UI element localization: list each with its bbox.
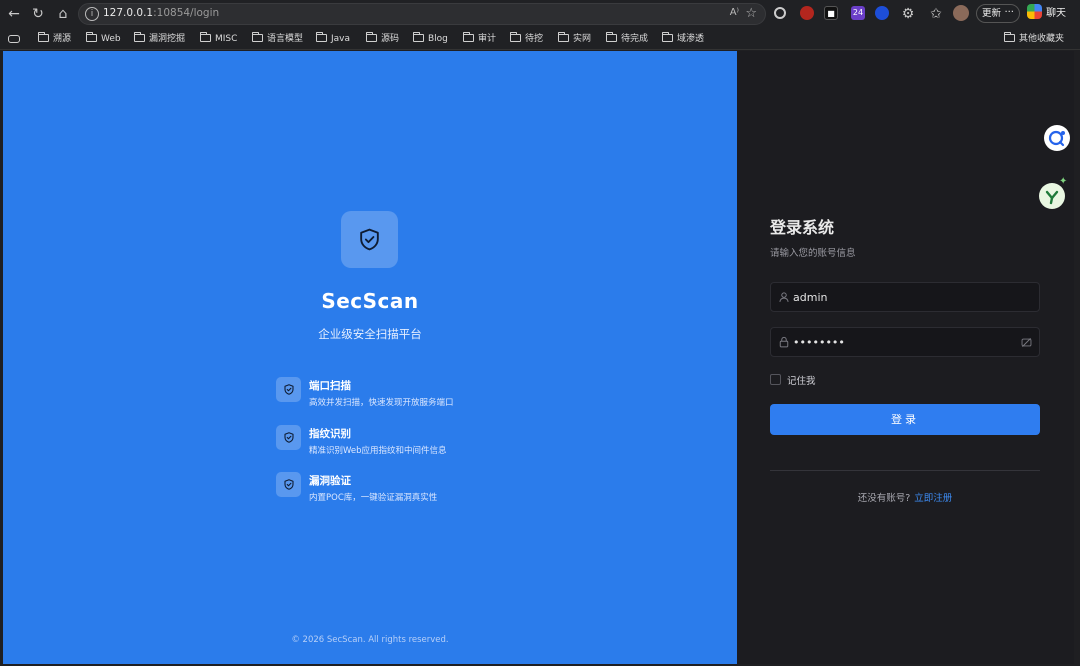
folder-icon bbox=[200, 32, 211, 42]
folder-icon bbox=[38, 32, 49, 42]
site-info-icon[interactable]: i bbox=[85, 7, 99, 21]
feature-item-fingerprint: 指纹识别 精准识别Web应用指纹和中间件信息 bbox=[276, 425, 576, 461]
folder-icon bbox=[86, 32, 97, 42]
copilot-icon bbox=[1027, 4, 1042, 19]
favorites-icon[interactable]: ✩ bbox=[926, 4, 946, 24]
register-prompt-text: 还没有账号? bbox=[857, 493, 911, 504]
feature-icon bbox=[276, 377, 301, 402]
login-panel: 登录系统 请输入您的账号信息 记住我 登录 bbox=[737, 51, 1074, 664]
bookmark-folder[interactable]: 待挖 bbox=[510, 32, 543, 46]
lock-icon bbox=[779, 336, 789, 348]
folder-icon bbox=[366, 32, 377, 42]
username-field[interactable] bbox=[770, 282, 1040, 312]
register-link[interactable]: 立即注册 bbox=[914, 493, 952, 504]
other-favorites-folder[interactable]: 其他收藏夹 bbox=[1004, 32, 1064, 46]
feature-title: 端口扫描 bbox=[309, 380, 351, 392]
home-icon[interactable]: ⌂ bbox=[53, 4, 73, 24]
bookmark-folder[interactable]: 审计 bbox=[463, 32, 496, 46]
reload-icon[interactable]: ↻ bbox=[28, 4, 48, 24]
profile-avatar[interactable] bbox=[953, 5, 969, 21]
extension-badge-icon[interactable]: 24 bbox=[851, 6, 865, 20]
bookmarks-bar: 溯源 Web 漏洞挖掘 MISC 语言模型 Java 源码 Blog 审计 待挖… bbox=[0, 28, 1080, 50]
folder-icon bbox=[316, 32, 327, 42]
assistant-float-icon[interactable] bbox=[1044, 125, 1070, 151]
remember-me-checkbox[interactable] bbox=[770, 374, 781, 385]
bookmark-folder[interactable]: 域渗透 bbox=[662, 32, 704, 46]
folder-icon bbox=[606, 32, 617, 42]
bookmark-folder[interactable]: 实网 bbox=[558, 32, 591, 46]
read-aloud-icon[interactable]: A⁾ bbox=[730, 7, 739, 18]
feature-title: 漏洞验证 bbox=[309, 475, 351, 487]
bookmark-folder[interactable]: 语言模型 bbox=[252, 32, 303, 46]
extension-circle-icon[interactable] bbox=[774, 7, 786, 19]
bookmark-folder[interactable]: Java bbox=[316, 32, 350, 46]
password-input[interactable] bbox=[793, 332, 1013, 352]
brand-panel: SecScan 企业级安全扫描平台 端口扫描 高效并发扫描，快速发现开放服务端口… bbox=[3, 51, 737, 664]
page-viewport: SecScan 企业级安全扫描平台 端口扫描 高效并发扫描，快速发现开放服务端口… bbox=[3, 51, 1074, 664]
shield-check-icon bbox=[284, 432, 294, 443]
update-button[interactable]: 更新 ··· bbox=[976, 4, 1020, 23]
feature-icon bbox=[276, 472, 301, 497]
folder-icon bbox=[510, 32, 521, 42]
extension-red-icon[interactable] bbox=[800, 6, 814, 20]
bookmark-folder[interactable]: 漏洞挖掘 bbox=[134, 32, 185, 46]
bookmark-folder[interactable]: 待完成 bbox=[606, 32, 648, 46]
remember-me-label[interactable]: 记住我 bbox=[787, 373, 816, 387]
feature-description: 内置POC库，一键验证漏洞真实性 bbox=[309, 493, 438, 503]
login-button[interactable]: 登录 bbox=[770, 404, 1040, 435]
username-input[interactable] bbox=[793, 287, 1013, 307]
user-icon bbox=[779, 292, 789, 302]
folder-icon bbox=[1004, 32, 1015, 42]
folder-icon bbox=[558, 32, 569, 42]
tab-actions-icon[interactable] bbox=[8, 35, 20, 43]
password-field[interactable] bbox=[770, 327, 1040, 357]
login-title: 登录系统 bbox=[770, 218, 835, 237]
address-bar[interactable]: i 127.0.0.1:10854/login A⁾ ☆ bbox=[78, 3, 766, 25]
shield-check-icon bbox=[360, 228, 379, 251]
shield-check-icon bbox=[284, 384, 294, 395]
feature-icon bbox=[276, 425, 301, 450]
folder-icon bbox=[413, 32, 424, 42]
brand-name: SecScan bbox=[321, 289, 419, 313]
eye-off-icon[interactable] bbox=[1021, 337, 1032, 348]
shield-check-icon bbox=[284, 479, 294, 490]
bookmark-folder[interactable]: 源码 bbox=[366, 32, 399, 46]
bookmark-folder[interactable]: Web bbox=[86, 32, 121, 46]
extension-dark-icon[interactable]: ■ bbox=[824, 6, 838, 20]
sparkle-icon: ✦ bbox=[1059, 176, 1068, 187]
folder-icon bbox=[463, 32, 474, 42]
extension-blue-icon[interactable] bbox=[875, 6, 889, 20]
chat-button[interactable]: 聊天 bbox=[1027, 4, 1066, 23]
folder-icon bbox=[134, 32, 145, 42]
folder-icon bbox=[662, 32, 673, 42]
brand-logo bbox=[341, 211, 398, 268]
folder-icon bbox=[252, 32, 263, 42]
register-prompt: 还没有账号? 立即注册 bbox=[770, 490, 1040, 504]
copyright-text: © 2026 SecScan. All rights reserved. bbox=[291, 635, 449, 645]
login-subtitle: 请输入您的账号信息 bbox=[770, 248, 856, 259]
more-dots-icon: ··· bbox=[1004, 7, 1014, 18]
url-text[interactable]: 127.0.0.1:10854/login bbox=[103, 7, 219, 19]
extensions-puzzle-icon[interactable]: ⚙ bbox=[898, 4, 918, 24]
bookmark-folder[interactable]: 溯源 bbox=[38, 32, 71, 46]
chat-label: 聊天 bbox=[1046, 8, 1066, 19]
back-icon[interactable]: ← bbox=[4, 4, 24, 24]
brand-tagline: 企业级安全扫描平台 bbox=[318, 327, 422, 341]
bookmark-folder[interactable]: Blog bbox=[413, 32, 448, 46]
update-label: 更新 bbox=[982, 8, 1002, 19]
feature-description: 高效并发扫描，快速发现开放服务端口 bbox=[309, 398, 454, 408]
bookmark-folder[interactable]: MISC bbox=[200, 32, 237, 46]
browser-toolbar: ← ↻ ⌂ i 127.0.0.1:10854/login A⁾ ☆ ■ 24 … bbox=[0, 0, 1080, 28]
extension-badge-count: 24 bbox=[852, 8, 864, 17]
favorite-star-icon[interactable]: ☆ bbox=[745, 6, 757, 21]
feature-item-port-scan: 端口扫描 高效并发扫描，快速发现开放服务端口 bbox=[276, 377, 576, 413]
feature-description: 精准识别Web应用指纹和中间件信息 bbox=[309, 446, 447, 456]
feature-item-vuln-verify: 漏洞验证 内置POC库，一键验证漏洞真实性 bbox=[276, 472, 576, 508]
divider bbox=[770, 470, 1040, 471]
feature-title: 指纹识别 bbox=[309, 428, 351, 440]
